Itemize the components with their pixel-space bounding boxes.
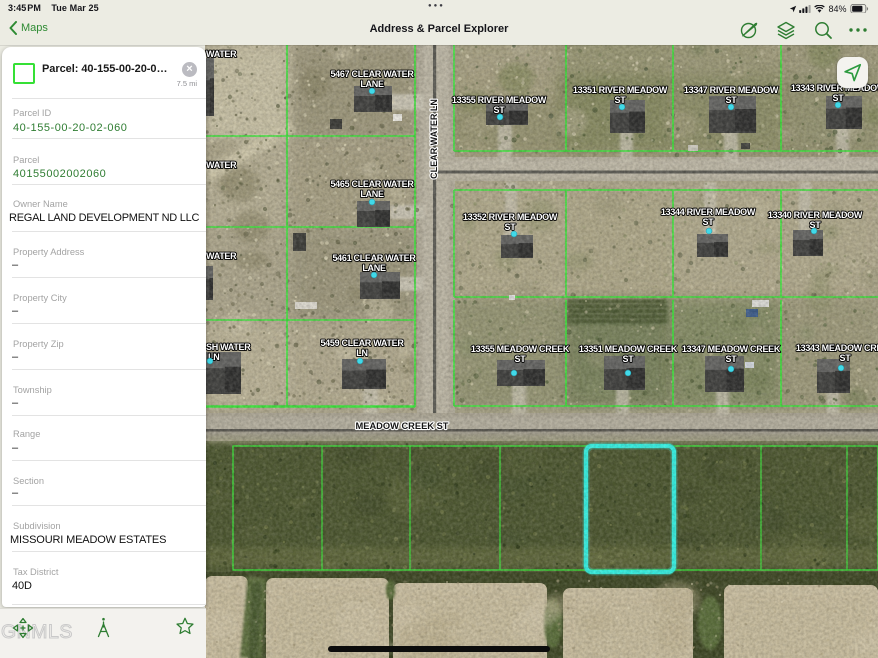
svg-text:ST: ST — [703, 217, 715, 227]
svg-text:13347 MEADOW CREEK: 13347 MEADOW CREEK — [682, 344, 781, 354]
svg-text:13351 MEADOW CREEK: 13351 MEADOW CREEK — [579, 344, 678, 354]
svg-text:WATER: WATER — [206, 49, 237, 59]
svg-text:ST: ST — [615, 95, 627, 105]
svg-text:ST: ST — [840, 353, 852, 363]
svg-text:13351 RIVER MEADOW: 13351 RIVER MEADOW — [573, 85, 668, 95]
svg-text:ST: ST — [515, 354, 527, 364]
svg-text:ST: ST — [833, 93, 845, 103]
svg-text:ST: ST — [726, 95, 738, 105]
svg-text:5461 CLEAR WATER: 5461 CLEAR WATER — [332, 253, 416, 263]
svg-text:WATER: WATER — [206, 251, 237, 261]
svg-text:LANE: LANE — [362, 263, 386, 273]
svg-text:5459 CLEAR WATER: 5459 CLEAR WATER — [320, 338, 404, 348]
svg-text:13352 RIVER MEADOW: 13352 RIVER MEADOW — [463, 212, 558, 222]
svg-text:5465 CLEAR WATER: 5465 CLEAR WATER — [330, 179, 414, 189]
svg-text:13347 RIVER MEADOW: 13347 RIVER MEADOW — [684, 85, 779, 95]
svg-text:13340 RIVER MEADOW: 13340 RIVER MEADOW — [768, 210, 863, 220]
svg-text:ST: ST — [726, 354, 738, 364]
svg-text:CLEAR WATER LN: CLEAR WATER LN — [429, 99, 439, 179]
svg-text:WATER: WATER — [206, 160, 237, 170]
svg-text:MEADOW CREEK ST: MEADOW CREEK ST — [356, 421, 449, 431]
svg-text:13344 RIVER MEADOW: 13344 RIVER MEADOW — [661, 207, 756, 217]
svg-text:13355 MEADOW CREEK: 13355 MEADOW CREEK — [471, 344, 570, 354]
svg-text:LANE: LANE — [360, 79, 384, 89]
svg-text:5467 CLEAR WATER: 5467 CLEAR WATER — [330, 69, 414, 79]
svg-text:SH WATER: SH WATER — [206, 342, 251, 352]
svg-text:LN: LN — [356, 348, 367, 358]
svg-text:13343 MEADOW CREEK: 13343 MEADOW CREEK — [796, 343, 878, 353]
svg-text:LANE: LANE — [360, 189, 384, 199]
svg-text:ST: ST — [623, 354, 635, 364]
svg-text:ST: ST — [494, 105, 506, 115]
svg-text:13355 RIVER MEADOW: 13355 RIVER MEADOW — [452, 95, 547, 105]
svg-text:ST: ST — [505, 222, 517, 232]
